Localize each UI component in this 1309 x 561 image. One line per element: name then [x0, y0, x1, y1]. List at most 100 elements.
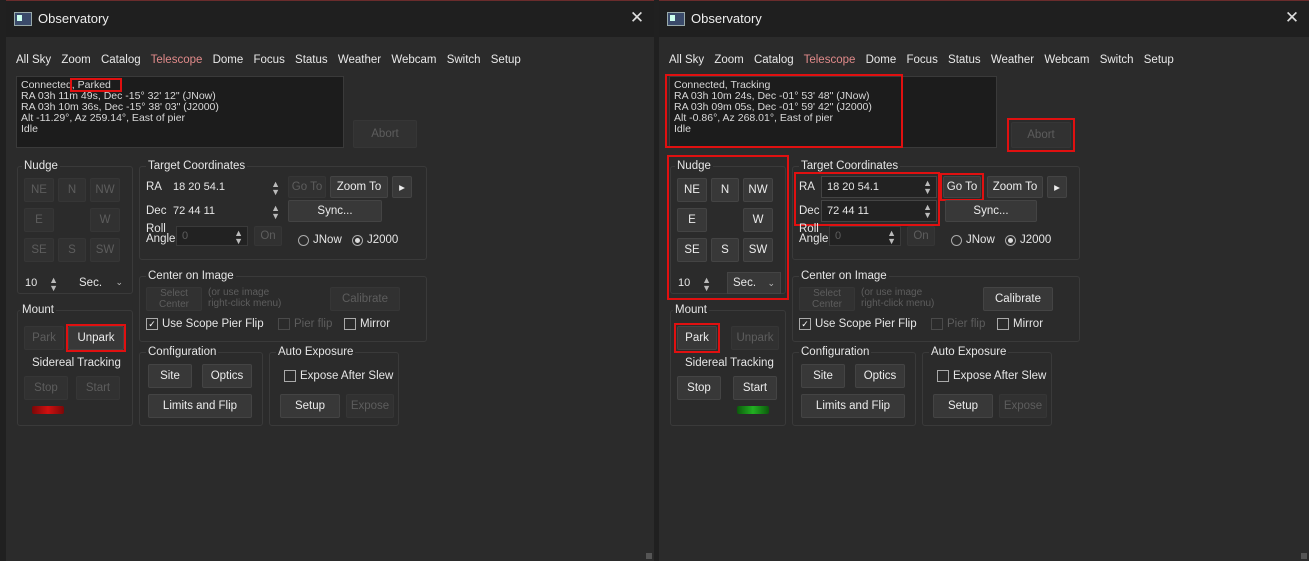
jnow-radio[interactable]: JNow	[298, 234, 342, 246]
nudge-w-button[interactable]: W	[90, 208, 120, 232]
nudge-w-button[interactable]: W	[743, 208, 773, 232]
nudge-unit-dropdown[interactable]: Sec. ⌄	[74, 272, 128, 294]
tab-all-sky[interactable]: All Sky	[16, 54, 51, 66]
mirror-checkbox[interactable]: Mirror	[997, 318, 1043, 330]
nudge-e-button[interactable]: E	[24, 208, 54, 232]
j2000-radio[interactable]: J2000	[352, 234, 398, 246]
zoom-to-button[interactable]: Zoom To	[330, 176, 388, 198]
unpark-button[interactable]: Unpark	[731, 326, 779, 350]
nudge-unit-dropdown[interactable]: Sec. ⌄	[727, 272, 781, 294]
limits-and-flip-button[interactable]: Limits and Flip	[148, 394, 252, 418]
tab-telescope[interactable]: Telescope	[151, 54, 203, 66]
optics-button[interactable]: Optics	[202, 364, 252, 388]
tab-dome[interactable]: Dome	[213, 54, 244, 66]
nudge-step-spinner[interactable]: 10 ▲ ▼	[20, 272, 72, 294]
tracking-stop-button[interactable]: Stop	[24, 376, 68, 400]
tracking-stop-button[interactable]: Stop	[677, 376, 721, 400]
nudge-se-button[interactable]: SE	[24, 238, 54, 262]
ra-input[interactable]: 18 20 54.1 ▲ ▼	[168, 176, 284, 198]
auto-exposure-setup-button[interactable]: Setup	[933, 394, 993, 418]
tab-weather[interactable]: Weather	[338, 54, 381, 66]
tab-focus[interactable]: Focus	[254, 54, 285, 66]
tab-weather[interactable]: Weather	[991, 54, 1034, 66]
tab-webcam[interactable]: Webcam	[1044, 54, 1089, 66]
nudge-nw-button[interactable]: NW	[743, 178, 773, 202]
tab-zoom[interactable]: Zoom	[61, 54, 90, 66]
calibrate-button[interactable]: Calibrate	[983, 287, 1053, 311]
tracking-start-button[interactable]: Start	[76, 376, 120, 400]
unpark-button[interactable]: Unpark	[68, 326, 124, 350]
nudge-n-button[interactable]: N	[711, 178, 739, 202]
limits-and-flip-button[interactable]: Limits and Flip	[801, 394, 905, 418]
use-scope-pier-flip-checkbox[interactable]: ✓ Use Scope Pier Flip	[146, 318, 264, 330]
nudge-s-button[interactable]: S	[58, 238, 86, 262]
tab-switch[interactable]: Switch	[447, 54, 481, 66]
dec-input[interactable]: 72 44 11 ▲ ▼	[821, 200, 937, 222]
tab-switch[interactable]: Switch	[1100, 54, 1134, 66]
nudge-step-spinner[interactable]: 10 ▲ ▼	[673, 272, 725, 294]
park-button[interactable]: Park	[677, 326, 717, 350]
nudge-sw-button[interactable]: SW	[90, 238, 120, 262]
tab-webcam[interactable]: Webcam	[391, 54, 436, 66]
goto-button[interactable]: Go To	[288, 176, 326, 198]
abort-button[interactable]: Abort	[353, 120, 417, 148]
tab-catalog[interactable]: Catalog	[754, 54, 794, 66]
more-options-button[interactable]: ▸	[392, 176, 412, 198]
zoom-to-button[interactable]: Zoom To	[987, 176, 1043, 198]
resize-grip-icon[interactable]	[1301, 553, 1307, 559]
site-button[interactable]: Site	[801, 364, 845, 388]
j2000-radio[interactable]: J2000	[1005, 234, 1051, 246]
site-button[interactable]: Site	[148, 364, 192, 388]
tab-status[interactable]: Status	[295, 54, 328, 66]
tab-focus[interactable]: Focus	[907, 54, 938, 66]
optics-button[interactable]: Optics	[855, 364, 905, 388]
tab-catalog[interactable]: Catalog	[101, 54, 141, 66]
tab-status[interactable]: Status	[948, 54, 981, 66]
roll-on-button[interactable]: On	[907, 226, 935, 246]
select-center-button[interactable]: Select Center	[146, 287, 202, 311]
nudge-nw-button[interactable]: NW	[90, 178, 120, 202]
tab-setup[interactable]: Setup	[1144, 54, 1174, 66]
tab-telescope[interactable]: Telescope	[804, 54, 856, 66]
expose-after-slew-checkbox[interactable]: Expose After Slew	[284, 370, 393, 382]
goto-button[interactable]: Go To	[943, 176, 981, 198]
expose-button[interactable]: Expose	[346, 394, 394, 418]
use-scope-pier-flip-checkbox[interactable]: ✓ Use Scope Pier Flip	[799, 318, 917, 330]
calibrate-button[interactable]: Calibrate	[330, 287, 400, 311]
expose-button[interactable]: Expose	[999, 394, 1047, 418]
tracking-start-button[interactable]: Start	[733, 376, 777, 400]
more-options-button[interactable]: ▸	[1047, 176, 1067, 198]
roll-angle-input[interactable]: 0 ▲ ▼	[176, 226, 248, 246]
tab-dome[interactable]: Dome	[866, 54, 897, 66]
sync-button[interactable]: Sync...	[945, 200, 1037, 222]
nudge-s-button[interactable]: S	[711, 238, 739, 262]
tab-zoom[interactable]: Zoom	[714, 54, 743, 66]
auto-exposure-setup-button[interactable]: Setup	[280, 394, 340, 418]
titlebar[interactable]: Observatory ✕	[659, 0, 1309, 37]
titlebar[interactable]: Observatory ✕	[6, 0, 654, 37]
nudge-ne-button[interactable]: NE	[24, 178, 54, 202]
pier-flip-checkbox[interactable]: Pier flip	[278, 318, 332, 330]
jnow-radio[interactable]: JNow	[951, 234, 995, 246]
mirror-checkbox[interactable]: Mirror	[344, 318, 390, 330]
tab-all-sky[interactable]: All Sky	[669, 54, 704, 66]
select-center-button[interactable]: Select Center	[799, 287, 855, 311]
park-button[interactable]: Park	[24, 326, 64, 350]
close-icon[interactable]: ✕	[626, 7, 648, 29]
dec-input[interactable]: 72 44 11 ▲ ▼	[168, 200, 284, 222]
roll-on-button[interactable]: On	[254, 226, 282, 246]
resize-grip-icon[interactable]	[646, 553, 652, 559]
roll-angle-input[interactable]: 0 ▲ ▼	[829, 226, 901, 246]
nudge-ne-button[interactable]: NE	[677, 178, 707, 202]
ra-input[interactable]: 18 20 54.1 ▲ ▼	[821, 176, 937, 198]
nudge-sw-button[interactable]: SW	[743, 238, 773, 262]
expose-after-slew-checkbox[interactable]: Expose After Slew	[937, 370, 1046, 382]
nudge-se-button[interactable]: SE	[677, 238, 707, 262]
nudge-e-button[interactable]: E	[677, 208, 707, 232]
sync-button[interactable]: Sync...	[288, 200, 382, 222]
tab-setup[interactable]: Setup	[491, 54, 521, 66]
close-icon[interactable]: ✕	[1281, 7, 1303, 29]
pier-flip-checkbox[interactable]: Pier flip	[931, 318, 985, 330]
nudge-n-button[interactable]: N	[58, 178, 86, 202]
abort-button[interactable]: Abort	[1011, 122, 1071, 148]
